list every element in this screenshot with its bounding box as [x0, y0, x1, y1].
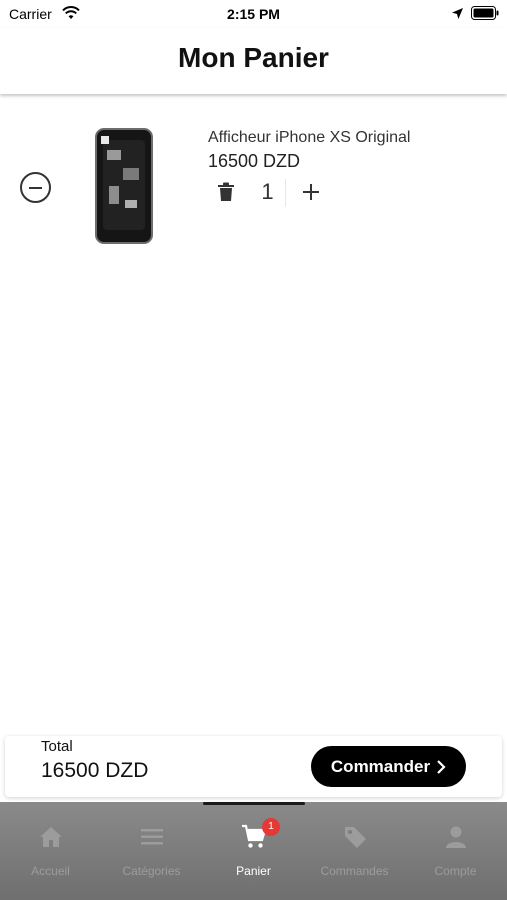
product-image-chip	[125, 200, 137, 208]
cart-item: Afficheur iPhone XS Original 16500 DZD 1	[0, 110, 507, 260]
status-time: 2:15 PM	[227, 6, 280, 22]
remove-item-button[interactable]	[20, 172, 51, 203]
tab-compte[interactable]: Compte	[405, 822, 506, 882]
page-title: Mon Panier	[178, 42, 329, 73]
product-image-chip	[109, 186, 119, 204]
tab-panier[interactable]: Panier	[203, 822, 304, 882]
total-bar: Total 16500 DZD Commander	[5, 736, 502, 797]
tab-label: Catégories	[122, 864, 181, 878]
quantity-value: 1	[250, 179, 286, 207]
item-name: Afficheur iPhone XS Original	[208, 129, 411, 146]
location-arrow-icon	[452, 8, 463, 19]
tab-label: Compte	[434, 864, 477, 878]
checkout-label: Commander	[330, 756, 431, 776]
item-price: 16500 DZD	[208, 151, 301, 171]
home-indicator	[203, 802, 305, 805]
tab-label: Panier	[236, 864, 271, 878]
total-value: 16500 DZD	[41, 759, 149, 782]
product-image	[95, 128, 153, 244]
trash-icon[interactable]	[217, 182, 235, 202]
product-image-sticker	[101, 136, 109, 144]
user-icon	[446, 826, 466, 848]
product-image-chip	[123, 168, 139, 180]
tab-categories[interactable]: Catégories	[101, 822, 202, 882]
menu-icon	[141, 829, 163, 845]
tab-commandes[interactable]: Commandes	[304, 822, 405, 882]
tab-accueil[interactable]: Accueil	[0, 822, 101, 882]
plus-icon[interactable]	[302, 183, 320, 201]
product-image-chip	[107, 150, 121, 160]
status-bar: Carrier 2:15 PM	[0, 0, 507, 28]
home-icon	[40, 827, 62, 847]
battery-icon	[471, 6, 499, 20]
tab-label: Commandes	[320, 864, 389, 878]
cart-badge: 1	[262, 818, 280, 836]
tab-bar: Accueil Catégories Panier 1 Commandes Co…	[0, 802, 507, 900]
total-label: Total	[41, 738, 73, 755]
tab-label: Accueil	[31, 864, 70, 878]
screen: Carrier 2:15 PM Mon Panier Afficheur iPh…	[0, 0, 507, 900]
checkout-button[interactable]: Commander	[311, 746, 466, 787]
tag-icon	[345, 827, 366, 848]
header: Mon Panier	[0, 28, 507, 94]
chevron-right-icon	[437, 759, 446, 774]
